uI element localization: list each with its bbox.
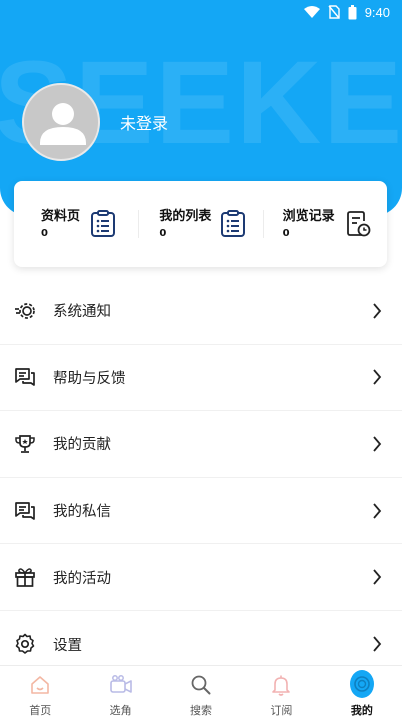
menu-item-system-notification[interactable]: 系统通知	[0, 278, 402, 345]
menu-item-my-activity[interactable]: 我的活动	[0, 544, 402, 611]
history-file-icon	[346, 211, 371, 237]
home-icon	[31, 676, 50, 694]
stat-profile[interactable]: 资料页 0	[14, 181, 138, 267]
chevron-right-icon	[373, 569, 382, 585]
stat-label: 我的列表	[159, 208, 212, 224]
nav-search[interactable]: 搜索	[161, 666, 241, 720]
nav-mine[interactable]: 我的	[322, 666, 402, 720]
menu-label: 我的活动	[53, 570, 111, 587]
chevron-right-icon	[373, 636, 382, 652]
chevron-right-icon	[373, 502, 382, 519]
chevron-right-icon	[373, 436, 382, 452]
stat-value: 0	[41, 227, 48, 239]
stat-value: 0	[159, 227, 167, 239]
menu-label: 我的私信	[53, 504, 111, 521]
gift-icon	[15, 568, 35, 588]
wifi-icon	[303, 6, 320, 18]
nav-label: 搜索	[190, 704, 213, 717]
status-time: 9:40	[364, 4, 390, 20]
clipboard-list-icon	[221, 210, 246, 237]
stat-history[interactable]: 浏览记录 0	[262, 181, 387, 267]
login-status-text[interactable]: 未登录	[120, 110, 168, 134]
search-icon	[191, 675, 211, 695]
menu-list: 系统通知 帮助与反馈 我的贡献 我的私信 我的活动 设置	[0, 278, 402, 678]
stat-my-list[interactable]: 我的列表 0	[138, 181, 262, 267]
menu-item-my-contribution[interactable]: 我的贡献	[0, 411, 402, 478]
status-bar: 9:40	[0, 0, 402, 24]
nav-label: 选角	[109, 704, 132, 717]
camera-icon	[109, 675, 132, 693]
nav-casting[interactable]: 选角	[80, 666, 160, 720]
nav-label: 订阅	[270, 704, 293, 717]
trophy-icon	[15, 435, 35, 453]
notification-gear-icon	[15, 302, 35, 319]
nav-subscribe[interactable]: 订阅	[241, 666, 321, 720]
chevron-right-icon	[373, 303, 382, 319]
avatar[interactable]	[22, 83, 100, 161]
feedback-chat-icon	[15, 368, 35, 387]
message-icon	[15, 501, 35, 520]
menu-label: 帮助与反馈	[53, 370, 126, 387]
stats-card: 资料页 0 我的列表 0 浏览记录 0	[14, 181, 387, 267]
nav-home[interactable]: 首页	[0, 666, 80, 720]
menu-item-help-feedback[interactable]: 帮助与反馈	[0, 345, 402, 412]
bottom-navigation: 首页 选角 搜索 订阅 我的	[0, 665, 402, 720]
menu-label: 设置	[53, 637, 82, 654]
stat-label: 浏览记录	[282, 208, 335, 224]
menu-label: 系统通知	[53, 304, 111, 321]
stat-label: 资料页	[41, 208, 81, 224]
settings-gear-icon	[15, 633, 35, 655]
battery-icon	[348, 4, 357, 19]
nav-label: 首页	[29, 704, 52, 717]
chevron-right-icon	[373, 369, 382, 385]
menu-label: 我的贡献	[53, 437, 111, 454]
bell-icon	[272, 675, 291, 696]
stat-value: 0	[282, 227, 290, 239]
no-sim-icon	[328, 5, 340, 19]
profile-icon	[349, 669, 374, 698]
document-list-icon	[91, 210, 115, 237]
nav-label: 我的	[350, 704, 373, 717]
menu-item-private-message[interactable]: 我的私信	[0, 478, 402, 545]
